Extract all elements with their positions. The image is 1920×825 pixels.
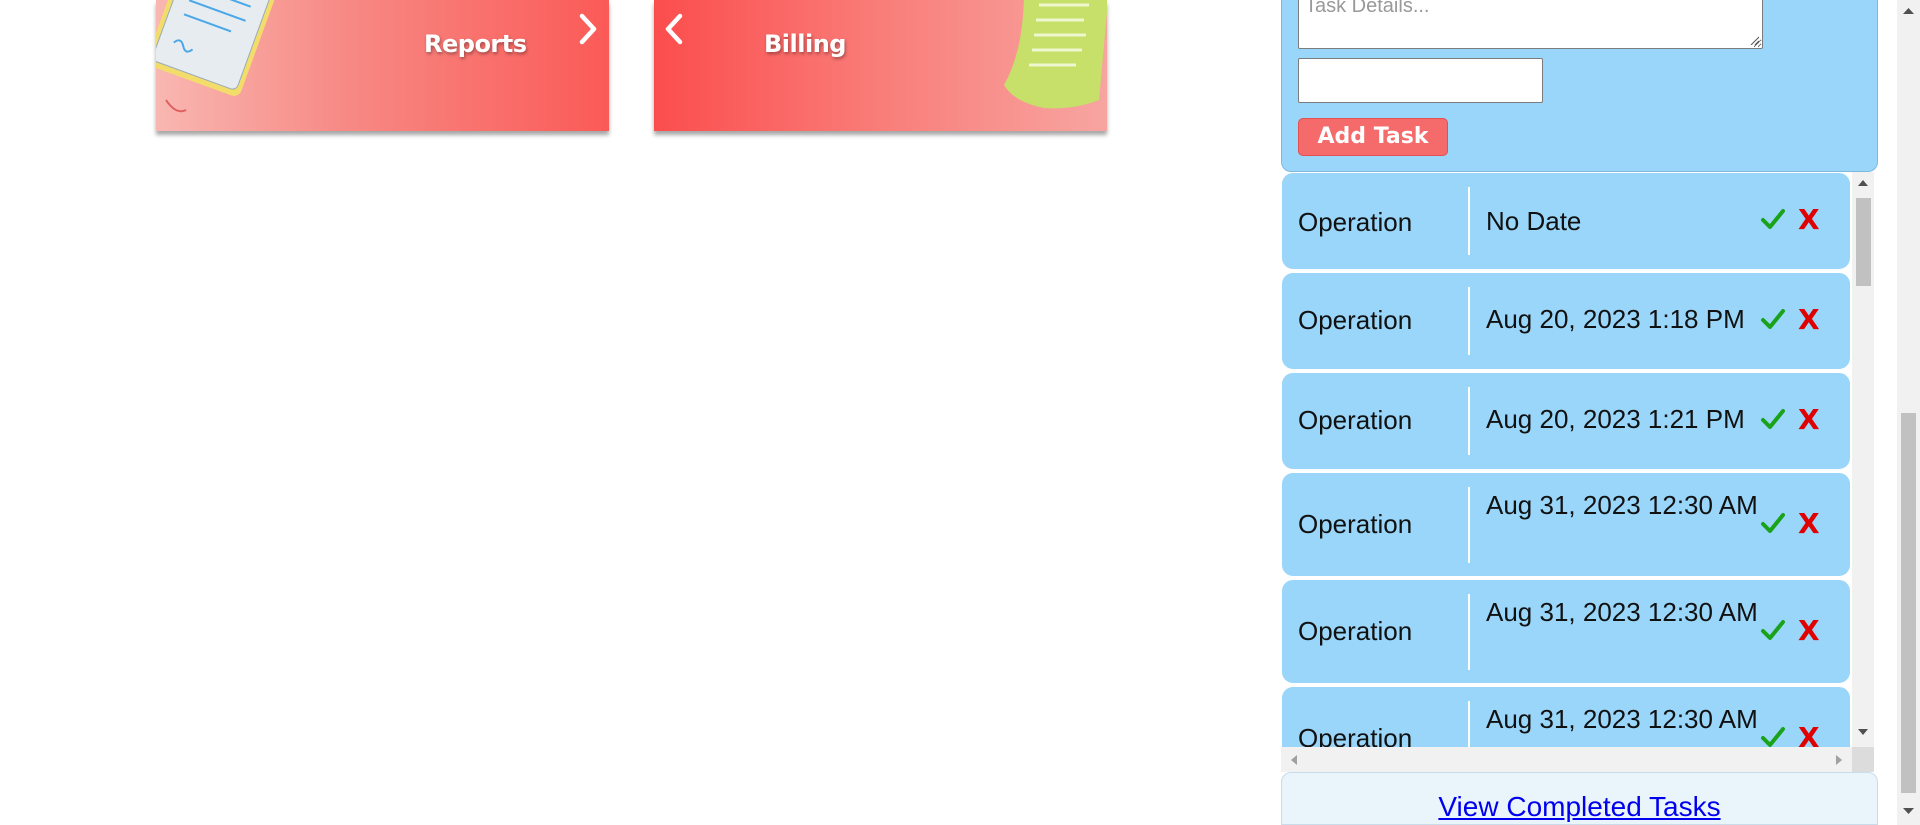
reports-card[interactable]: Reports <box>156 0 609 131</box>
complete-check-icon[interactable] <box>1760 725 1786 747</box>
task-divider <box>1468 287 1470 355</box>
task-divider <box>1468 487 1470 563</box>
complete-check-icon[interactable] <box>1760 307 1786 333</box>
task-date: Aug 20, 2023 1:21 PM <box>1486 404 1745 434</box>
task-row: Operation No Date X <box>1281 172 1851 270</box>
view-completed-tasks-link[interactable]: View Completed Tasks <box>1282 791 1877 823</box>
billing-card[interactable]: Billing <box>654 0 1107 131</box>
resize-grip-icon[interactable] <box>1749 35 1759 45</box>
delete-x-icon[interactable]: X <box>1798 303 1820 336</box>
task-category: Operation <box>1298 405 1413 435</box>
task-details-placeholder: Task Details... <box>1305 0 1430 17</box>
task-date: No Date <box>1486 206 1582 236</box>
delete-x-icon[interactable]: X <box>1798 203 1820 236</box>
scroll-left-arrow-icon[interactable] <box>1289 755 1297 765</box>
task-category: Operation <box>1298 305 1413 335</box>
delete-x-icon[interactable]: X <box>1798 507 1820 540</box>
complete-check-icon[interactable] <box>1760 207 1786 233</box>
document-illustration-icon <box>156 0 278 113</box>
task-list-scroll-thumb[interactable] <box>1856 198 1871 286</box>
scroll-up-arrow-icon[interactable] <box>1858 178 1868 186</box>
task-row: Operation Aug 31, 2023 12:30 AM X <box>1281 686 1851 747</box>
delete-x-icon[interactable]: X <box>1798 721 1820 747</box>
delete-x-icon[interactable]: X <box>1798 614 1820 647</box>
task-row: Operation Aug 31, 2023 12:30 AM X <box>1281 472 1851 577</box>
task-date: Aug 31, 2023 12:30 AM <box>1486 704 1758 734</box>
task-divider <box>1468 594 1470 670</box>
task-category: Operation <box>1298 723 1413 747</box>
task-list-vertical-scrollbar[interactable] <box>1852 172 1874 747</box>
complete-check-icon[interactable] <box>1760 407 1786 433</box>
task-list-horizontal-scrollbar[interactable] <box>1281 747 1852 772</box>
task-date: Aug 31, 2023 12:30 AM <box>1486 490 1758 520</box>
page-scroll-up-arrow-icon[interactable] <box>1903 6 1914 14</box>
task-divider <box>1468 387 1470 455</box>
chevron-right-icon[interactable] <box>574 12 602 46</box>
complete-check-icon[interactable] <box>1760 618 1786 644</box>
scroll-right-arrow-icon[interactable] <box>1836 755 1844 765</box>
delete-x-icon[interactable]: X <box>1798 403 1820 436</box>
scroll-down-arrow-icon[interactable] <box>1858 729 1868 737</box>
scrollbar-corner <box>1852 747 1874 772</box>
chevron-left-icon[interactable] <box>660 12 688 46</box>
task-row: Operation Aug 20, 2023 1:18 PM X <box>1281 272 1851 370</box>
task-divider <box>1468 701 1470 747</box>
task-category: Operation <box>1298 616 1413 646</box>
receipt-illustration-icon <box>1004 0 1107 109</box>
task-row: Operation Aug 31, 2023 12:30 AM X <box>1281 579 1851 684</box>
task-row: Operation Aug 20, 2023 1:21 PM X <box>1281 372 1851 470</box>
task-category: Operation <box>1298 207 1413 237</box>
task-divider <box>1468 187 1470 255</box>
page-vertical-scrollbar[interactable] <box>1897 0 1920 825</box>
reports-card-label: Reports <box>424 30 527 58</box>
task-date: Aug 31, 2023 12:30 AM <box>1486 597 1758 627</box>
complete-check-icon[interactable] <box>1760 511 1786 537</box>
page-scroll-thumb[interactable] <box>1901 413 1916 793</box>
billing-card-label: Billing <box>764 30 846 58</box>
task-details-textarea[interactable]: Task Details... <box>1298 0 1763 49</box>
task-form-panel: Task Details... Add Task <box>1281 0 1878 172</box>
task-date-input[interactable] <box>1298 58 1543 103</box>
page-scroll-down-arrow-icon[interactable] <box>1903 808 1914 816</box>
task-category: Operation <box>1298 509 1413 539</box>
add-task-button[interactable]: Add Task <box>1298 118 1448 156</box>
task-date: Aug 20, 2023 1:18 PM <box>1486 304 1745 334</box>
task-list: Operation No Date X Operation Aug 20, 20… <box>1281 172 1861 747</box>
completed-tasks-footer: View Completed Tasks <box>1281 772 1878 825</box>
